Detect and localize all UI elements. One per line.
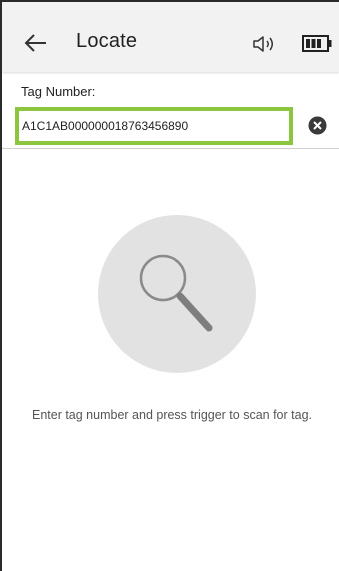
page-title: Locate xyxy=(76,30,138,52)
sound-button[interactable] xyxy=(252,34,278,54)
tag-number-input[interactable] xyxy=(19,111,289,141)
locate-screen: Locate Tag Number: A1C1AB000000018763456… xyxy=(0,0,339,571)
arrow-left-icon xyxy=(24,34,46,52)
empty-state-hint: Enter tag number and press trigger to sc… xyxy=(31,408,312,422)
divider xyxy=(2,148,339,149)
search-illustration xyxy=(98,215,256,373)
clear-icon xyxy=(308,116,327,135)
back-button[interactable] xyxy=(22,30,50,56)
search-icon xyxy=(139,254,213,332)
tag-number-label: Tag Number: xyxy=(21,84,96,99)
battery-icon xyxy=(302,35,332,52)
app-bar: Locate xyxy=(2,2,339,72)
clear-tag-button[interactable] xyxy=(308,116,327,135)
tag-number-field-wrapper xyxy=(15,107,293,145)
speaker-icon xyxy=(253,36,273,52)
